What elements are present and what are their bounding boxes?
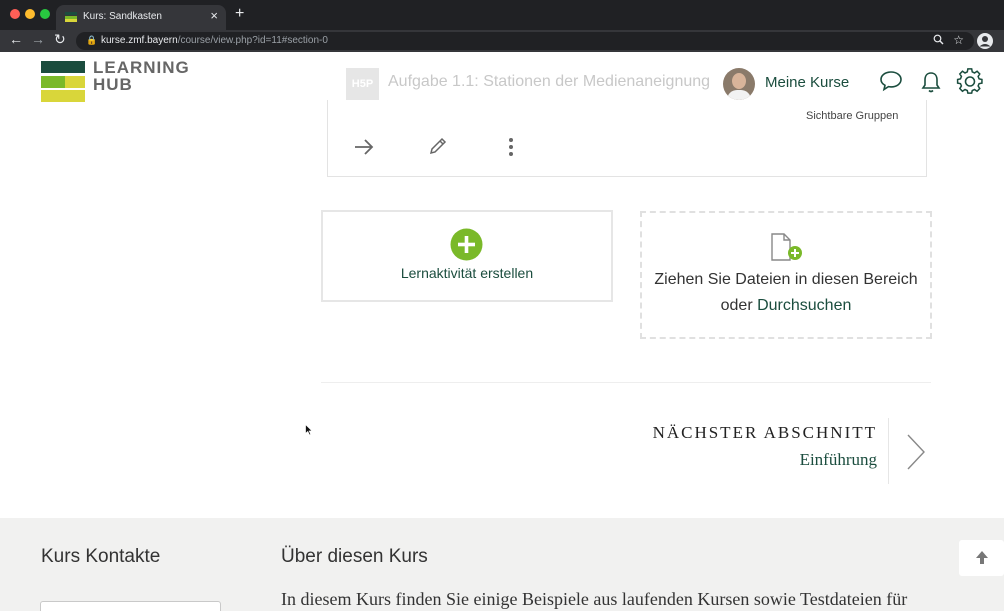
browser-profile-icon[interactable] (977, 33, 993, 49)
reload-button[interactable]: ↻ (54, 31, 66, 48)
logo-text[interactable]: LEARNING HUB (93, 59, 190, 93)
gear-icon[interactable] (956, 67, 984, 100)
pencil-icon[interactable] (428, 136, 448, 161)
back-to-top-button[interactable] (959, 540, 1004, 576)
window-close-button[interactable] (10, 9, 20, 19)
dropzone-instruction: Ziehen Sie Dateien in diesen Bereich (654, 271, 918, 288)
lock-icon[interactable]: 🔒 (86, 35, 97, 46)
avatar[interactable] (723, 68, 755, 100)
url-host: kurse.zmf.bayern (101, 35, 178, 46)
chevron-right-icon[interactable] (906, 433, 926, 476)
more-actions-icon[interactable] (507, 136, 515, 163)
next-section-separator (888, 418, 889, 484)
learning-hub-favicon-icon (65, 12, 77, 22)
next-section-link[interactable]: Einführung (600, 450, 877, 470)
activity-title[interactable]: Aufgabe 1.1: Stationen der Medienaneignu… (388, 73, 710, 91)
plus-circle-icon[interactable] (450, 228, 483, 266)
file-upload-icon (770, 232, 804, 269)
learning-hub-logo[interactable] (41, 61, 85, 102)
mouse-cursor-icon (305, 423, 314, 441)
dropzone-or-text: oder (720, 297, 758, 314)
browse-link[interactable]: Durchsuchen (757, 297, 851, 314)
bell-icon[interactable] (920, 70, 942, 99)
arrow-right-icon[interactable] (353, 136, 375, 163)
my-courses-link[interactable]: Meine Kurse (765, 74, 849, 91)
browser-toolbar: ← → ↻ 🔒 kurse.zmf.bayern/course/view.php… (0, 30, 1004, 52)
url-path: /course/view.php?id=11#section-0 (177, 35, 328, 46)
url-text[interactable]: kurse.zmf.bayern/course/view.php?id=11#s… (101, 35, 328, 46)
window-minimize-button[interactable] (25, 9, 35, 19)
address-bar[interactable]: 🔒 kurse.zmf.bayern/course/view.php?id=11… (76, 32, 974, 50)
chat-icon[interactable] (879, 70, 903, 97)
bookmark-star-icon[interactable]: ☆ (953, 33, 964, 47)
browser-titlebar: Kurs: Sandkasten × + (0, 0, 1004, 30)
logo-text-line2: HUB (93, 75, 133, 94)
window-zoom-button[interactable] (40, 9, 50, 19)
forward-button[interactable]: → (31, 31, 45, 47)
about-course-text: In diesem Kurs finden Sie einige Beispie… (281, 589, 908, 609)
course-contacts-heading: Kurs Kontakte (41, 546, 161, 567)
visibility-label: Sichtbare Gruppen (806, 110, 899, 122)
logo-text-line1: LEARNING (93, 58, 190, 77)
dropzone-browse-line: oder Durchsuchen (640, 297, 932, 315)
next-section-label[interactable]: NÄCHSTER ABSCHNITT (600, 423, 877, 443)
browser-tab[interactable]: Kurs: Sandkasten × (56, 5, 226, 30)
new-tab-button[interactable]: + (235, 5, 244, 23)
about-course-heading: Über diesen Kurs (281, 546, 428, 567)
tab-title: Kurs: Sandkasten (83, 11, 162, 22)
tab-close-icon[interactable]: × (210, 8, 218, 23)
zoom-icon[interactable] (933, 34, 944, 48)
create-activity-label[interactable]: Lernaktivität erstellen (321, 265, 613, 281)
back-button[interactable]: ← (9, 31, 23, 47)
contacts-input[interactable] (40, 601, 221, 611)
h5p-icon: H5P (346, 68, 379, 100)
arrow-up-icon (975, 550, 989, 570)
section-divider (321, 382, 931, 383)
